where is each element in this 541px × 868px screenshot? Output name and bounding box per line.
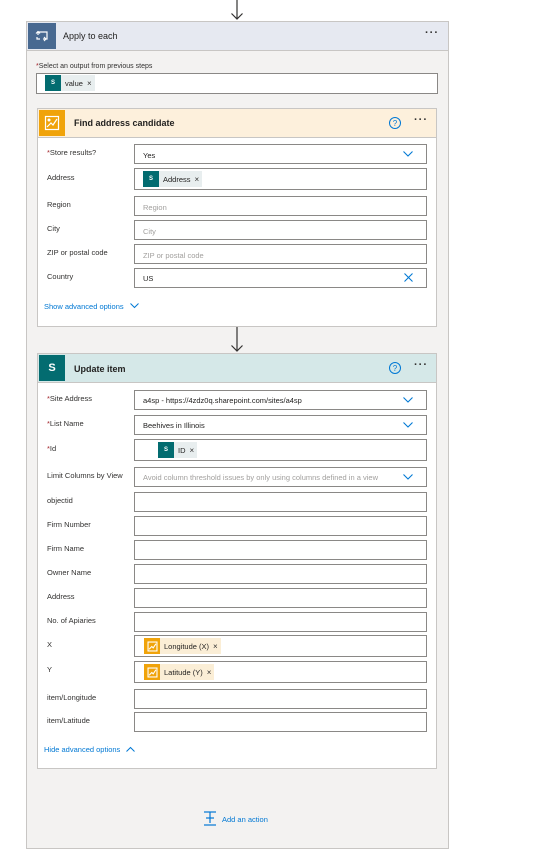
sharepoint-icon: S: [39, 355, 65, 381]
show-advanced-options[interactable]: Show advanced options: [44, 302, 139, 311]
add-action-button[interactable]: Add an action: [203, 811, 268, 827]
site-address-label: *Site Address: [47, 394, 93, 403]
sharepoint-icon: S: [158, 442, 174, 458]
apiaries-field[interactable]: [134, 612, 427, 632]
apiaries-label: No. of Apiaries: [47, 616, 96, 625]
firm-name-label: Firm Name: [47, 544, 85, 553]
zip-placeholder: ZIP or postal code: [143, 251, 204, 260]
x-label: X: [47, 640, 53, 649]
map-icon: [144, 638, 160, 654]
help-icon[interactable]: ?: [389, 362, 401, 374]
chevron-up-icon: [126, 746, 136, 752]
region-placeholder: Region: [143, 203, 167, 212]
zip-label: ZIP or postal code: [47, 248, 108, 257]
region-field[interactable]: [134, 196, 427, 216]
owner-name-label: Owner Name: [47, 568, 92, 577]
add-action-label: Add an action: [222, 814, 268, 824]
country-field[interactable]: [134, 268, 427, 288]
loop-icon: [28, 23, 56, 49]
store-results-value: Yes: [143, 151, 156, 160]
city-label: City: [47, 224, 60, 233]
item-latitude-label: item/Latitude: [47, 716, 90, 725]
site-address-value: a4sp - https://4zdz0q.sharepoint.com/sit…: [143, 396, 302, 405]
city-placeholder: City: [143, 227, 156, 236]
owner-name-field[interactable]: [134, 564, 427, 584]
find-address-more-icon[interactable]: ···: [414, 114, 428, 126]
update-address-field[interactable]: [134, 588, 427, 608]
add-action-icon: [204, 811, 216, 826]
close-icon[interactable]: ×: [207, 668, 215, 677]
firm-name-field[interactable]: [134, 540, 427, 560]
close-icon[interactable]: ×: [195, 175, 203, 184]
region-label: Region: [47, 200, 71, 209]
arrow-down-icon: [231, 0, 243, 20]
address-token[interactable]: S Address ×: [143, 171, 203, 187]
objectid-field[interactable]: [134, 492, 427, 512]
firm-number-label: Firm Number: [47, 520, 91, 529]
item-latitude-field[interactable]: [134, 712, 427, 732]
chevron-down-icon: [129, 303, 139, 309]
firm-number-field[interactable]: [134, 516, 427, 536]
apply-to-each-title: Apply to each: [63, 31, 118, 41]
address-label: Address: [47, 173, 75, 182]
close-icon[interactable]: [404, 273, 413, 282]
help-icon[interactable]: ?: [389, 117, 401, 129]
sharepoint-icon: S: [143, 171, 159, 187]
close-icon[interactable]: ×: [213, 642, 221, 651]
y-label: Y: [47, 665, 53, 674]
hide-advanced-options[interactable]: Hide advanced options: [44, 745, 136, 754]
limit-columns-label: Limit Columns by View: [47, 471, 123, 480]
apply-to-each-more-icon[interactable]: ···: [425, 27, 439, 39]
update-item-more-icon[interactable]: ···: [414, 359, 428, 371]
list-name-label: *List Name: [47, 419, 84, 428]
close-icon[interactable]: ×: [87, 79, 95, 88]
close-icon[interactable]: ×: [190, 446, 198, 455]
city-field[interactable]: [134, 220, 427, 240]
objectid-label: objectid: [47, 496, 73, 505]
chevron-down-icon[interactable]: [403, 422, 413, 428]
update-address-label: Address: [47, 592, 75, 601]
item-longitude-label: item/Longitude: [47, 693, 97, 702]
update-item-title: Update item: [74, 364, 126, 374]
chevron-down-icon[interactable]: [403, 397, 413, 403]
list-name-value: Beehives in Illinois: [143, 421, 205, 430]
find-address-title: Find address candidate: [74, 118, 175, 128]
id-label: *Id: [47, 444, 57, 453]
map-icon: [144, 664, 160, 680]
limit-columns-placeholder: Avoid column threshold issues by only us…: [143, 473, 378, 482]
longitude-token[interactable]: Longitude (X) ×: [144, 638, 221, 654]
country-value: US: [143, 274, 154, 283]
id-token[interactable]: S ID ×: [158, 442, 198, 458]
arrow-down-icon: [231, 327, 243, 352]
select-output-field[interactable]: [36, 73, 438, 94]
sharepoint-icon: S: [45, 75, 61, 91]
find-address-card: [37, 108, 437, 327]
chevron-down-icon[interactable]: [403, 474, 413, 480]
latitude-token[interactable]: Latitude (Y) ×: [144, 664, 215, 680]
store-results-label: *Store results?: [47, 148, 97, 157]
chevron-down-icon[interactable]: [403, 151, 413, 157]
value-token[interactable]: S value ×: [45, 75, 95, 91]
store-results-select[interactable]: [134, 144, 427, 164]
map-icon: [39, 110, 65, 136]
select-output-label: *Select an output from previous steps: [36, 63, 153, 70]
item-longitude-field[interactable]: [134, 689, 427, 709]
country-label: Country: [47, 272, 74, 281]
